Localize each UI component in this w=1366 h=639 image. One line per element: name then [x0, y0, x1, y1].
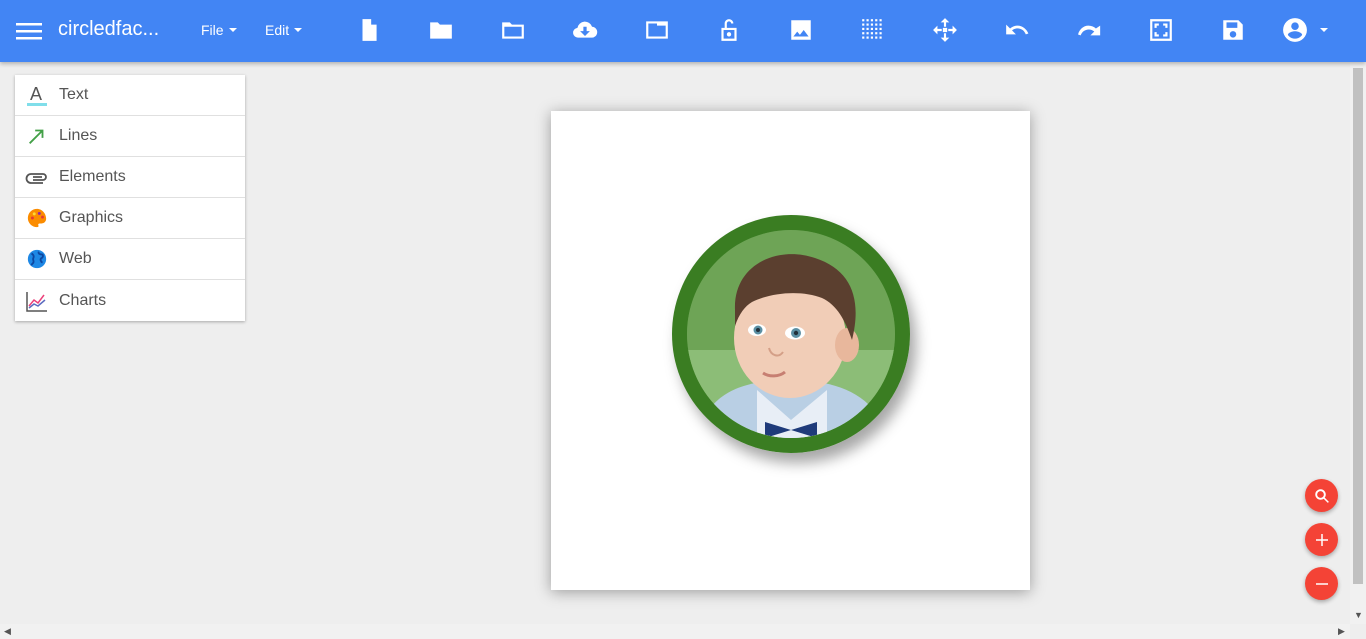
hamburger-icon — [16, 23, 42, 40]
move-icon — [933, 18, 957, 42]
sidebar-item-label: Web — [59, 250, 92, 267]
window-icon — [646, 21, 668, 39]
globe-icon — [25, 247, 49, 271]
folder-outline-icon — [502, 22, 524, 39]
account-menu-button[interactable] — [1282, 15, 1342, 45]
palette-icon — [25, 206, 49, 230]
zoom-in-button[interactable] — [1305, 523, 1338, 556]
text-icon: A — [25, 83, 49, 107]
vertical-scroll-thumb[interactable] — [1353, 68, 1363, 584]
sidebar-item-label: Lines — [59, 127, 98, 144]
sidebar-item-lines[interactable]: Lines — [15, 116, 245, 157]
zoom-search-icon — [1314, 488, 1329, 503]
fullscreen-icon — [1150, 19, 1172, 41]
redo-icon — [1078, 25, 1101, 36]
unlock-icon — [721, 19, 737, 41]
scroll-right-arrow-icon[interactable]: ▶ — [1338, 626, 1345, 637]
line-chart-icon — [25, 289, 49, 313]
file-menu-label: File — [201, 22, 224, 38]
sidebar-item-web[interactable]: Web — [15, 239, 245, 280]
open-folder-icon — [430, 22, 452, 39]
grid-icon — [862, 19, 882, 39]
unlock-button[interactable] — [713, 15, 745, 45]
arrow-line-icon — [25, 124, 49, 148]
design-canvas[interactable] — [551, 111, 1030, 590]
sidebar-item-graphics[interactable]: Graphics — [15, 198, 245, 239]
open-folder-button[interactable] — [425, 15, 457, 45]
vertical-scrollbar[interactable]: ▼ — [1350, 62, 1366, 624]
zoom-in-icon — [1315, 533, 1328, 546]
circled-photo-frame[interactable] — [672, 215, 910, 453]
sidebar-item-elements[interactable]: Elements — [15, 157, 245, 198]
save-icon — [1223, 20, 1243, 40]
grid-button[interactable] — [857, 15, 889, 45]
scroll-left-arrow-icon[interactable]: ◀ — [4, 626, 11, 637]
zoom-out-button[interactable] — [1305, 567, 1338, 600]
zoom-out-icon — [1315, 582, 1328, 585]
document-title: circledfac... — [58, 18, 160, 40]
image-button[interactable] — [785, 15, 817, 45]
image-icon — [791, 20, 811, 40]
move-button[interactable] — [929, 15, 961, 45]
caret-down-icon — [294, 28, 303, 32]
window-button[interactable] — [641, 15, 673, 45]
svg-text:A: A — [30, 84, 42, 104]
sidebar-item-label: Charts — [59, 291, 107, 309]
new-file-button[interactable] — [353, 15, 385, 45]
sidebar-item-label: Graphics — [59, 209, 124, 226]
folder-button[interactable] — [497, 15, 529, 45]
caret-down-icon — [1320, 28, 1328, 32]
edit-menu-label: Edit — [265, 22, 290, 38]
top-app-bar: circledfac... File Edit — [0, 0, 1366, 62]
hamburger-menu-button[interactable] — [14, 16, 44, 46]
horizontal-scrollbar[interactable]: ◀ ▶ — [0, 624, 1350, 639]
account-icon — [1283, 18, 1307, 42]
sidebar-item-text[interactable]: A Text — [15, 75, 245, 116]
cloud-download-button[interactable] — [569, 15, 601, 45]
file-menu[interactable]: File — [201, 22, 237, 38]
paperclip-icon — [25, 165, 49, 189]
child-portrait-image — [687, 230, 895, 438]
zoom-search-button[interactable] — [1305, 479, 1338, 512]
sidebar-item-charts[interactable]: Charts — [15, 280, 245, 321]
edit-menu[interactable]: Edit — [265, 22, 303, 38]
undo-icon — [1006, 24, 1029, 35]
element-category-panel: A Text Lines Elements Graphics Web Chart… — [15, 75, 245, 321]
cloud-download-icon — [573, 21, 598, 38]
fit-screen-button[interactable] — [1145, 15, 1177, 45]
undo-button[interactable] — [1001, 15, 1033, 45]
scroll-down-arrow-icon[interactable]: ▼ — [1354, 610, 1363, 620]
caret-down-icon — [228, 28, 237, 32]
sidebar-item-label: Elements — [59, 168, 126, 185]
sidebar-item-label: Text — [59, 86, 89, 103]
new-file-icon — [362, 19, 377, 41]
redo-button[interactable] — [1073, 15, 1105, 45]
save-button[interactable] — [1217, 15, 1249, 45]
